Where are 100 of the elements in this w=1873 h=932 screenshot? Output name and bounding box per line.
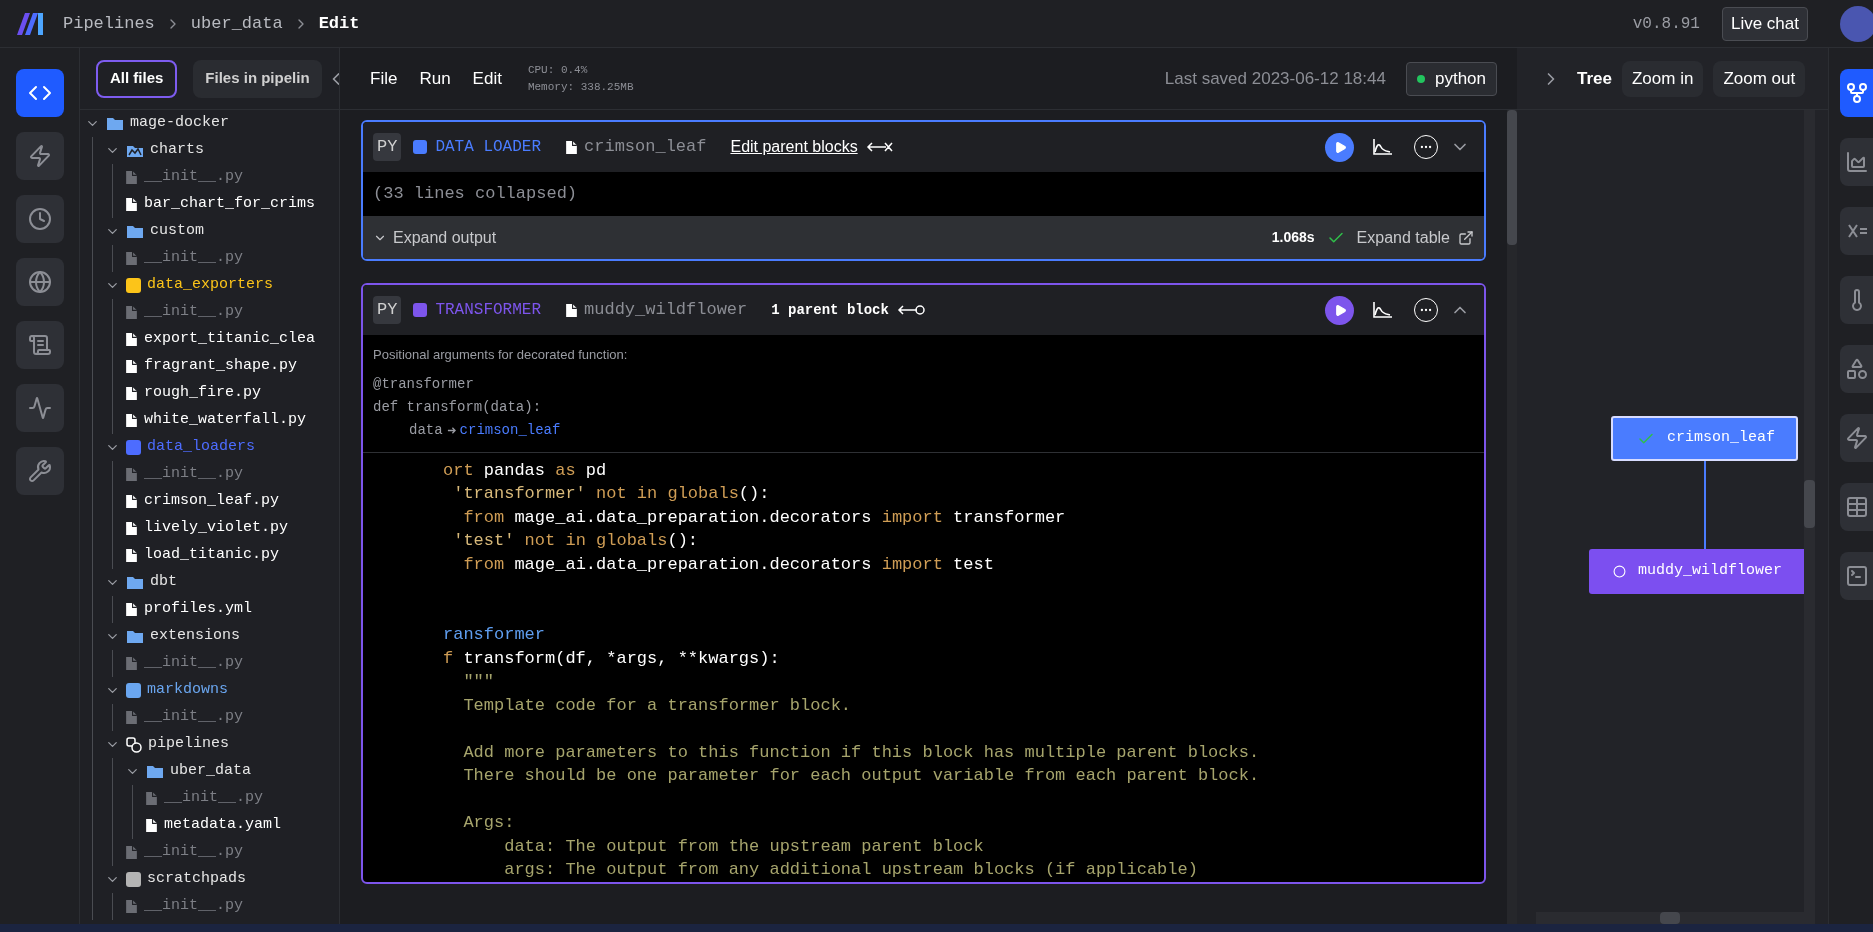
file-name[interactable]: export_titanic_clea <box>144 328 316 351</box>
scrollbar[interactable] <box>1507 110 1517 924</box>
folder-icon <box>106 116 124 131</box>
logo[interactable] <box>17 12 43 35</box>
file-tab[interactable]: All files <box>96 59 178 98</box>
file-name[interactable]: __init__.py <box>144 652 244 675</box>
chart-icon[interactable] <box>1372 138 1394 156</box>
breadcrumb[interactable]: Pipelines <box>63 10 155 37</box>
menu-item[interactable]: File <box>370 65 398 92</box>
folder-name[interactable]: data_exporters <box>147 274 274 297</box>
breadcrumb[interactable]: uber_data <box>190 10 283 37</box>
block-name[interactable]: muddy_wildflower <box>584 297 748 323</box>
block-name[interactable]: crimson_leaf <box>584 134 707 160</box>
run-button[interactable] <box>1325 295 1354 325</box>
file-name[interactable]: __init__.py <box>144 166 244 189</box>
file-icon <box>125 845 138 860</box>
tree-title: Tree <box>1577 67 1612 90</box>
breadcrumb[interactable]: Edit <box>318 10 360 37</box>
folder-icon <box>146 764 164 779</box>
code-line: from mage_ai.data_preparation.decorators import test <box>462 553 995 576</box>
sidebar-button[interactable] <box>15 69 64 117</box>
folder-name[interactable]: charts <box>150 139 204 162</box>
scrollbar[interactable] <box>1804 110 1815 924</box>
file-icon <box>125 710 138 725</box>
arrow-cross-icon[interactable] <box>865 140 894 154</box>
table-icon <box>1844 495 1869 519</box>
file-name[interactable]: crimson_leaf.py <box>144 490 280 513</box>
zoom-out-button[interactable]: Zoom out <box>1713 60 1806 97</box>
folder-name[interactable]: extensions <box>150 625 240 648</box>
folder-name[interactable]: uber_data <box>170 760 251 783</box>
globe-icon <box>27 270 52 294</box>
code-line: ransformer <box>443 624 547 646</box>
language-badge: PY <box>373 133 402 161</box>
avatar[interactable] <box>1840 5 1873 42</box>
file-name[interactable]: white_waterfall.py <box>144 409 307 432</box>
file-name[interactable]: load_titanic.py <box>144 544 280 567</box>
folder-name[interactable]: pipelines <box>148 733 229 756</box>
file-icon <box>565 139 579 155</box>
expand-table-button[interactable]: Expand table <box>1356 225 1474 250</box>
scroll-icon <box>27 333 52 357</box>
file-name[interactable]: __init__.py <box>144 895 244 918</box>
code-line: args: The output from any additional upstream blocks (if applicable) <box>503 859 1199 881</box>
file-icon <box>125 521 138 536</box>
cpu-usage: CPU: 0.4% <box>527 63 589 78</box>
pipeline-node[interactable]: crimson_leaf <box>1611 416 1798 461</box>
file-name[interactable]: __init__.py <box>144 247 244 270</box>
play-icon <box>1334 140 1347 154</box>
file-icon <box>125 602 138 617</box>
file-name[interactable]: __init__.py <box>164 787 264 810</box>
file-name[interactable]: bar_chart_for_crims <box>144 193 316 216</box>
live-chat-button[interactable]: Live chat <box>1721 6 1808 41</box>
shapes-icon <box>1844 357 1869 381</box>
signature-line: @transformer <box>373 374 475 394</box>
folder-name[interactable]: markdowns <box>147 679 228 702</box>
file-name[interactable]: fragrant_shape.py <box>144 355 298 378</box>
code-line: Add more parameters to this function if this block has multiple parent blocks. <box>462 741 1261 764</box>
file-tab[interactable]: Files in pipelin <box>193 59 322 98</box>
file-name[interactable]: profiles.yml <box>144 598 253 621</box>
run-button[interactable] <box>1325 132 1354 162</box>
file-name[interactable]: rough_fire.py <box>144 382 262 405</box>
file-name[interactable]: __init__.py <box>144 706 244 729</box>
run-duration: 1.068s <box>1271 228 1315 247</box>
menu-item[interactable]: Run <box>419 65 451 92</box>
folder-name[interactable]: mage-docker <box>130 112 230 135</box>
edit-parent-blocks-link[interactable]: Edit parent blocks <box>730 135 858 159</box>
expand-output-button[interactable]: Expand output <box>373 225 497 250</box>
parent-block-link[interactable]: 1 parent block <box>771 299 889 321</box>
node-label: crimson_leaf <box>1667 428 1776 449</box>
file-name[interactable]: metadata.yaml <box>164 814 282 837</box>
code-line: ort pandas as pd <box>443 459 608 482</box>
args-title: Positional arguments for decorated function: <box>373 346 629 364</box>
external-link-icon <box>1458 229 1474 246</box>
code-line: from mage_ai.data_preparation.decorators import transformer <box>462 506 1067 529</box>
folder-name[interactable]: scratchpads <box>147 868 247 891</box>
scrollbar[interactable] <box>1536 912 1804 924</box>
code-line: 'transformer' not in globals(): <box>452 483 771 505</box>
language-badge: PY <box>373 296 402 324</box>
zoom-in-button[interactable]: Zoom in <box>1622 60 1704 97</box>
chart-icon[interactable] <box>1372 301 1394 319</box>
sidebar-button[interactable] <box>1840 69 1873 117</box>
version: v0.8.91 <box>1632 13 1700 35</box>
file-name[interactable]: __init__.py <box>144 463 244 486</box>
file-icon <box>125 251 138 266</box>
parent-block-link[interactable]: crimson_leaf <box>459 418 561 442</box>
folder-name[interactable]: custom <box>150 220 204 243</box>
file-name[interactable]: lively_violet.py <box>144 517 289 540</box>
file-name[interactable]: __init__.py <box>144 301 244 324</box>
node-label: muddy_wildflower <box>1638 561 1783 582</box>
file-name[interactable]: __init__.py <box>144 841 244 864</box>
code-line: 'test' not in globals(): <box>452 530 700 552</box>
menu-item[interactable]: Edit <box>472 65 502 92</box>
folder-name[interactable]: dbt <box>150 571 177 594</box>
folder-name[interactable]: data_loaders <box>147 436 256 459</box>
kernel-button[interactable]: python <box>1405 61 1497 96</box>
arrow-circle-icon[interactable] <box>896 303 925 317</box>
pipeline-node[interactable]: muddy_wildflower <box>1589 549 1804 594</box>
arrow-right-icon <box>446 425 456 435</box>
file-icon <box>125 467 138 482</box>
chart-folder-icon <box>126 143 144 158</box>
file-icon <box>125 332 138 347</box>
